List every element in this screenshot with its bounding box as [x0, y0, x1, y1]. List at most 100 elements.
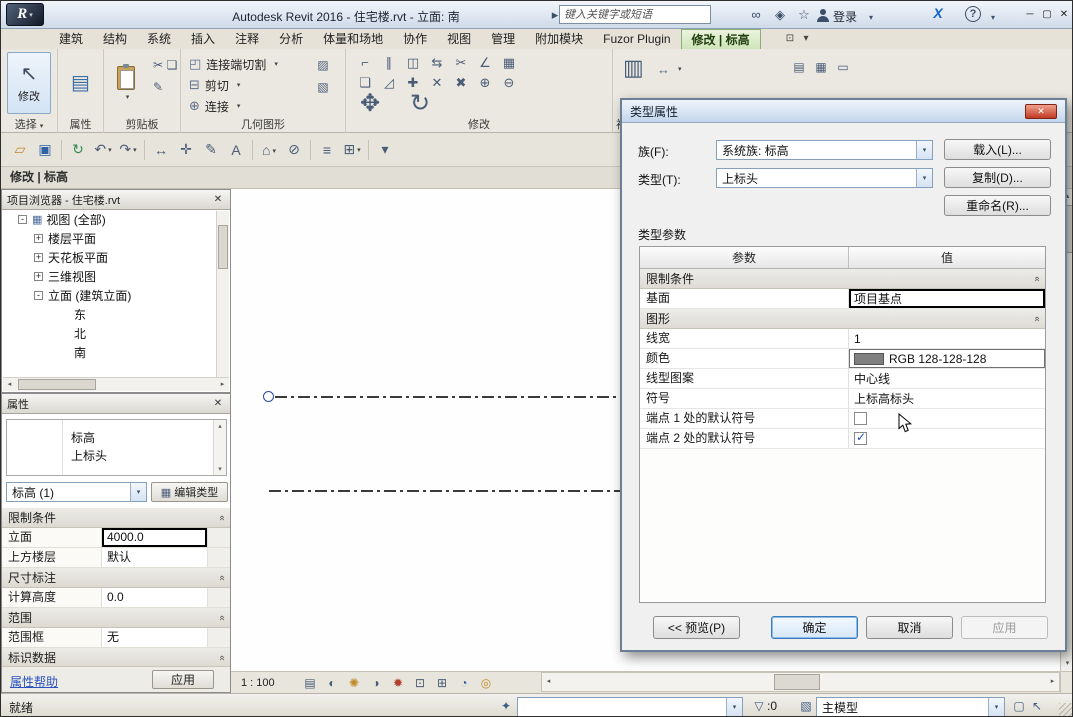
- scroll-left-icon[interactable]: ◂: [3, 378, 16, 391]
- scale-icon[interactable]: ◿: [378, 73, 400, 93]
- scroll-right-icon[interactable]: ▸: [1046, 675, 1059, 688]
- tree-item-views[interactable]: - ▦ 视图 (全部): [2, 210, 216, 229]
- search-binoculars-icon[interactable]: ∞: [745, 7, 767, 23]
- type-selector-scrollbar[interactable]: ▴ ▾: [213, 420, 226, 475]
- cancel-button[interactable]: 取消: [866, 616, 953, 639]
- design-option-combobox[interactable]: 主模型 ▾: [816, 697, 1005, 717]
- color-value-cell[interactable]: RGB 128-128-128: [849, 349, 1045, 368]
- match-type-icon[interactable]: ✎: [150, 79, 166, 95]
- drag-on-selection-icon[interactable]: ↖: [1029, 698, 1045, 714]
- measure-tool-icon[interactable]: ↔: [152, 142, 170, 158]
- array-icon[interactable]: ▦: [498, 53, 520, 73]
- temporary-hide-isolate-icon[interactable]: ◔: [455, 674, 473, 692]
- tab-annotate[interactable]: 注释: [225, 29, 269, 49]
- group-constraints[interactable]: 限制条件«: [2, 508, 230, 528]
- modify-tool-button[interactable]: ↖ 修改: [7, 52, 51, 114]
- computation-height-value-cell[interactable]: 0.0: [102, 588, 207, 607]
- tree-item-elevations[interactable]: - 立面 (建筑立面): [2, 286, 216, 305]
- scroll-right-icon[interactable]: ▸: [216, 378, 229, 391]
- cope-button[interactable]: ◰连接端切割▾: [189, 54, 278, 74]
- filter-icon[interactable]: ▽: [751, 698, 767, 714]
- sun-path-icon[interactable]: ✺: [345, 674, 363, 692]
- row-computation-height[interactable]: 计算高度0.0: [2, 588, 230, 608]
- story-above-value-cell[interactable]: 默认: [102, 548, 207, 567]
- param-group-graphics[interactable]: 图形«: [640, 309, 1045, 329]
- group-dimensions[interactable]: 尺寸标注«: [2, 568, 230, 588]
- scale-button[interactable]: 1 : 100: [241, 672, 275, 694]
- base-plane-value-cell[interactable]: 项目基点: [849, 289, 1045, 308]
- endpoint-1-checkbox[interactable]: [854, 412, 867, 425]
- row-line-weight[interactable]: 线宽 1: [640, 329, 1045, 349]
- duplicate-button[interactable]: 复制(D)...: [944, 167, 1051, 188]
- join-geometry-button[interactable]: ⊕连接▾: [189, 96, 240, 116]
- ribbon-display-toggle-icon[interactable]: ⊡: [783, 32, 797, 46]
- tree-item-south[interactable]: 南: [2, 343, 216, 362]
- paint-icon[interactable]: ▧: [315, 79, 331, 95]
- combobox-caret-icon[interactable]: ▾: [130, 483, 146, 501]
- tree-vertical-scrollbar[interactable]: [216, 211, 229, 377]
- tab-collaborate[interactable]: 协作: [393, 29, 437, 49]
- tree-item-ceiling-plans[interactable]: + 天花板平面: [2, 248, 216, 267]
- favorites-icon[interactable]: ☆: [793, 7, 815, 23]
- search-input[interactable]: [559, 5, 711, 24]
- row-story-above[interactable]: 上方楼层默认: [2, 548, 230, 568]
- trim-extend-icon[interactable]: ∠: [474, 53, 496, 73]
- row-elevation[interactable]: 立面4000.0: [2, 528, 230, 548]
- edit-type-button[interactable]: ▦ 编辑类型: [151, 482, 228, 502]
- tree-item-north[interactable]: 北: [2, 324, 216, 343]
- scroll-left-icon[interactable]: ◂: [542, 675, 555, 688]
- tree-horizontal-scrollbar[interactable]: ◂ ▸: [3, 377, 229, 391]
- aligned-dimension-icon[interactable]: ✛: [177, 141, 195, 158]
- exchange-apps-button[interactable]: X: [929, 5, 947, 21]
- section-icon[interactable]: ⊘: [285, 141, 303, 158]
- tree-collapse-toggle[interactable]: -: [34, 291, 43, 300]
- sign-in-caret-icon[interactable]: ▾: [865, 10, 877, 26]
- row-base-plane[interactable]: 基面 项目基点: [640, 289, 1045, 309]
- design-options-icon[interactable]: ▧: [798, 698, 814, 714]
- thin-lines-icon[interactable]: ≡: [318, 142, 336, 158]
- detail-level-icon[interactable]: ▤: [301, 674, 319, 692]
- close-button[interactable]: ✕: [1056, 6, 1072, 23]
- save-icon[interactable]: ▣: [36, 141, 54, 158]
- resize-grip[interactable]: [1059, 703, 1072, 716]
- combobox-caret-icon[interactable]: ▾: [726, 698, 742, 716]
- row-symbol[interactable]: 符号 上标高标头: [640, 389, 1045, 409]
- rendering-dialog-icon[interactable]: ✹: [389, 674, 407, 692]
- reveal-hidden-elements-icon[interactable]: ◎: [477, 674, 495, 692]
- scrollbar-thumb[interactable]: [774, 674, 820, 690]
- tree-expand-toggle[interactable]: +: [34, 234, 43, 243]
- mirror-pick-axis-icon[interactable]: ◫: [402, 53, 424, 73]
- type-combobox[interactable]: 上标头 ▾: [716, 168, 933, 188]
- combobox-caret-icon[interactable]: ▾: [916, 169, 932, 187]
- properties-help-link[interactable]: 属性帮助: [10, 673, 58, 690]
- scroll-down-icon[interactable]: ▾: [1061, 657, 1073, 670]
- ribbon-display-caret-icon[interactable]: ▾: [799, 32, 813, 46]
- combobox-caret-icon[interactable]: ▾: [988, 698, 1004, 716]
- tree-expand-toggle[interactable]: +: [34, 253, 43, 262]
- crop-view-icon[interactable]: ⊡: [411, 674, 429, 692]
- application-menu-button[interactable]: R ▾: [6, 3, 44, 26]
- family-combobox[interactable]: 系统族: 标高 ▾: [716, 140, 933, 160]
- switch-windows-icon[interactable]: ⊞: [343, 141, 361, 158]
- tab-view[interactable]: 视图: [437, 29, 481, 49]
- rotate-icon[interactable]: ↻: [410, 91, 430, 117]
- param-group-constraints[interactable]: 限制条件«: [640, 269, 1045, 289]
- tab-analyze[interactable]: 分析: [269, 29, 313, 49]
- tab-modify-level[interactable]: 修改 | 标高: [681, 29, 761, 49]
- legend-icon[interactable]: ▤: [791, 59, 807, 75]
- symbol-value-cell[interactable]: 上标高标头: [849, 389, 1045, 408]
- tab-fuzor-plugin[interactable]: Fuzor Plugin: [593, 29, 680, 49]
- project-browser-close-icon[interactable]: ✕: [211, 194, 225, 205]
- redo-icon[interactable]: ↷: [119, 141, 137, 158]
- scrollbar-thumb[interactable]: [218, 225, 228, 269]
- tree-item-east[interactable]: 东: [2, 305, 216, 324]
- properties-header[interactable]: 属性 ✕: [2, 394, 230, 414]
- schedule-icon[interactable]: ▦: [813, 59, 829, 75]
- default-3d-view-icon[interactable]: ⌂: [260, 142, 278, 158]
- sync-icon[interactable]: ↻: [69, 141, 87, 158]
- sign-in-button[interactable]: 登录: [833, 8, 857, 25]
- canvas-horizontal-scrollbar[interactable]: ◂ ▸: [541, 672, 1060, 692]
- elevation-value-cell[interactable]: 4000.0: [102, 528, 207, 547]
- scroll-down-icon[interactable]: ▾: [218, 465, 222, 473]
- tree-collapse-toggle[interactable]: -: [18, 215, 27, 224]
